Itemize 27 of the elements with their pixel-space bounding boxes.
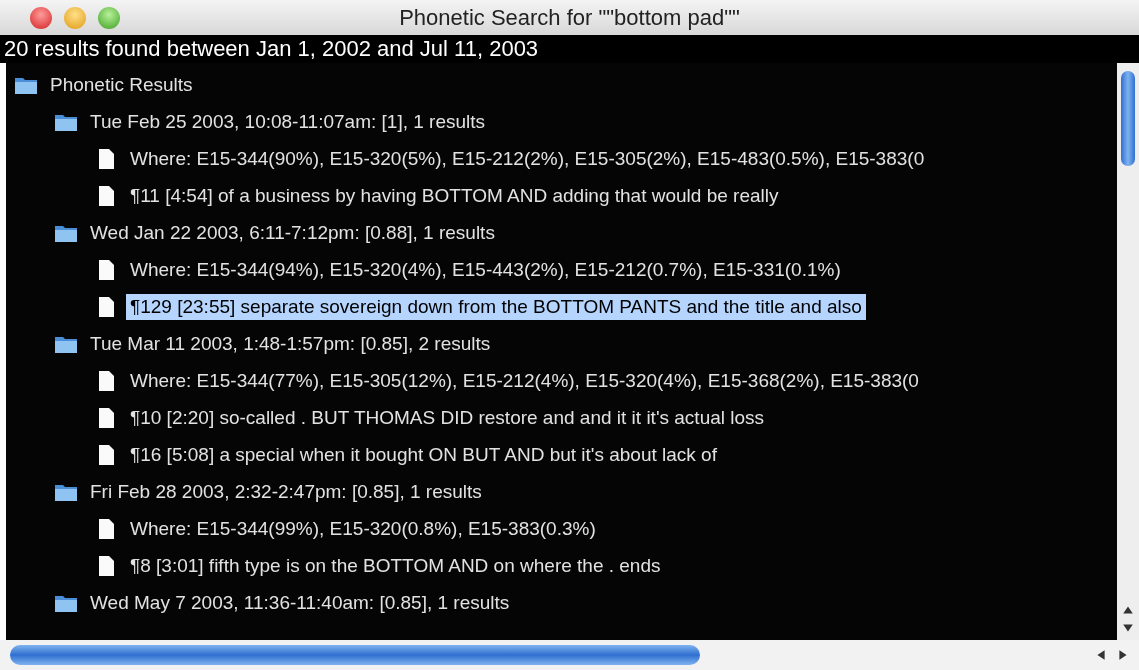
tree-item[interactable]: Where: E15-344(94%), E15-320(4%), E15-443(2%), E15-212(0.7%), E15-331(0.1%): [126, 256, 845, 283]
tree-item[interactable]: Tue Mar 11 2003, 1:48-1:57pm: [0.85], 2 results: [86, 330, 495, 357]
tree-item[interactable]: Where: E15-344(77%), E15-305(12%), E15-212(4%), E15-320(4%), E15-368(2%), E15-383(0: [126, 367, 923, 394]
scroll-up-icon[interactable]: [1122, 604, 1134, 616]
tree-item[interactable]: ¶8 [3:01] fifth type is on the BOTTOM AND on where the . ends: [126, 552, 665, 579]
tree-item[interactable]: ¶11 [4:54] of a business by having BOTTOM AND adding that would be really: [126, 182, 783, 209]
tree-item[interactable]: Fri Feb 28 2003, 2:32-2:47pm: [0.85], 1 results: [86, 478, 486, 505]
results-summary: 20 results found between Jan 1, 2002 and Jul 11, 2003: [0, 35, 1139, 63]
tree-item[interactable]: ¶16 [5:08] a special when it bought ON BUT AND but it's about lack of: [126, 441, 721, 468]
tree-item[interactable]: Wed May 7 2003, 11:36-11:40am: [0.85], 1 results: [86, 589, 514, 616]
tree-item[interactable]: Where: E15-344(99%), E15-320(0.8%), E15-383(0.3%): [126, 515, 600, 542]
horizontal-scrollbar[interactable]: [0, 640, 1139, 670]
tree-item[interactable]: Tue Feb 25 2003, 10:08-11:07am: [1], 1 results: [86, 108, 490, 135]
zoom-icon[interactable]: [98, 6, 120, 29]
vertical-scrollbar[interactable]: [1117, 63, 1139, 640]
scroll-thumb[interactable]: [10, 645, 700, 665]
tree-item[interactable]: Phonetic Results: [46, 71, 197, 98]
window-title: Phonetic Search for ""bottom pad"": [398, 4, 741, 31]
scroll-thumb[interactable]: [1121, 71, 1135, 166]
scroll-right-icon[interactable]: [1117, 649, 1129, 661]
tree-item[interactable]: Where: E15-344(90%), E15-320(5%), E15-212(2%), E15-305(2%), E15-483(0.5%), E15-383(0: [126, 145, 929, 172]
tree-item[interactable]: Wed Jan 22 2003, 6:11-7:12pm: [0.88], 1 results: [86, 219, 499, 246]
tree-item[interactable]: ¶129 [23:55] separate sovereign down from the BOTTOM PANTS and the title and also: [126, 293, 866, 320]
scroll-left-icon[interactable]: [1095, 649, 1107, 661]
close-icon[interactable]: [30, 6, 52, 29]
tree-item[interactable]: ¶10 [2:20] so-called . BUT THOMAS DID restore and and it it it's actual loss: [126, 404, 769, 431]
scroll-down-icon[interactable]: [1122, 622, 1134, 634]
